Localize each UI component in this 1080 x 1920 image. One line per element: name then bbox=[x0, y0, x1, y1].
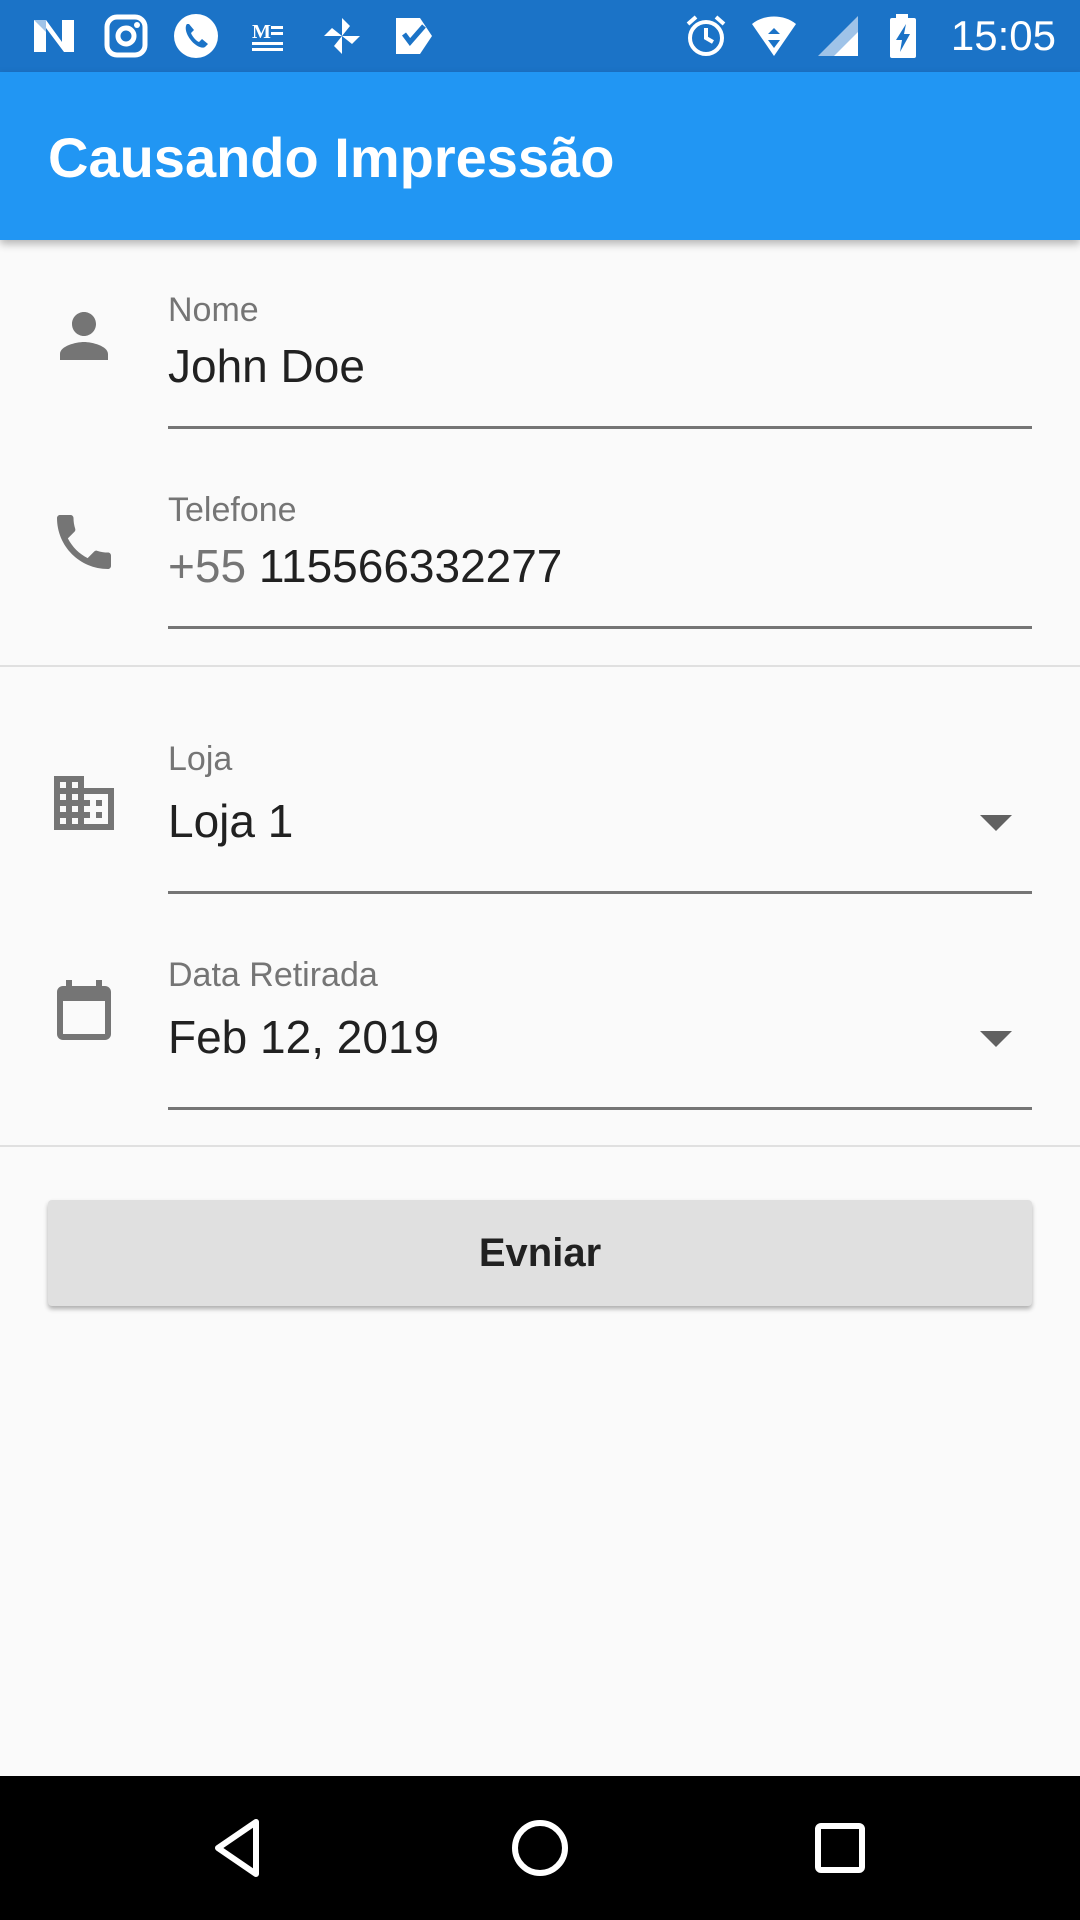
n-app-icon bbox=[34, 20, 74, 52]
wifi-icon bbox=[752, 16, 796, 56]
business-icon bbox=[54, 776, 114, 830]
data-retirada-dropdown[interactable]: Data Retirada Feb 12, 2019 bbox=[0, 907, 1080, 1117]
loja-dropdown-arrow-icon[interactable] bbox=[980, 815, 1012, 831]
nav-bar bbox=[0, 1776, 1080, 1920]
nome-label: Nome bbox=[168, 291, 259, 329]
recents-icon[interactable] bbox=[804, 1812, 876, 1884]
phone-call-icon bbox=[174, 14, 218, 58]
loja-dropdown[interactable]: Loja Loja 1 bbox=[0, 667, 1080, 907]
data-retirada-label: Data Retirada bbox=[168, 956, 378, 994]
alarm-icon bbox=[686, 15, 726, 56]
app-bar: Causando Impressão bbox=[0, 72, 1080, 240]
nome-input[interactable]: John Doe bbox=[168, 338, 365, 394]
telefone-value: 115566332277 bbox=[258, 540, 563, 592]
loja-value: Loja 1 bbox=[168, 795, 294, 847]
section-divider-2 bbox=[0, 1145, 1080, 1147]
calendar-icon bbox=[57, 980, 111, 1040]
pinwheel-icon bbox=[324, 18, 360, 54]
back-icon[interactable] bbox=[204, 1812, 276, 1884]
telefone-field[interactable]: Telefone +55 115566332277 bbox=[0, 440, 1080, 640]
data-retirada-value: Feb 12, 2019 bbox=[168, 1011, 440, 1063]
data-retirada-underline bbox=[168, 1107, 1032, 1110]
app-title: Causando Impressão bbox=[48, 126, 615, 189]
loja-underline bbox=[168, 891, 1032, 894]
data-retirada-dropdown-arrow-icon[interactable] bbox=[980, 1031, 1012, 1047]
news-icon: M bbox=[252, 21, 283, 51]
status-bar: M 15:05 bbox=[0, 0, 1080, 72]
submit-button[interactable]: Evniar bbox=[48, 1200, 1032, 1306]
checkmark-app-icon bbox=[396, 18, 432, 54]
nome-field[interactable]: Nome John Doe bbox=[0, 240, 1080, 440]
signal-icon bbox=[818, 16, 858, 56]
telefone-prefix: +55 bbox=[168, 540, 247, 592]
status-time: 15:05 bbox=[950, 12, 1056, 59]
person-icon bbox=[60, 312, 108, 360]
phone-icon bbox=[57, 515, 111, 569]
home-icon[interactable] bbox=[504, 1812, 576, 1884]
telefone-underline bbox=[168, 626, 1032, 629]
telefone-input[interactable]: +55 115566332277 bbox=[168, 538, 562, 594]
battery-charging-icon bbox=[890, 14, 916, 58]
instagram-icon bbox=[104, 14, 148, 58]
svg-text:M: M bbox=[252, 21, 271, 43]
telefone-label: Telefone bbox=[168, 491, 297, 529]
nome-underline bbox=[168, 426, 1032, 429]
screen: M 15:05 Causando Impressão Nome John Doe… bbox=[0, 0, 1080, 1920]
loja-label: Loja bbox=[168, 740, 233, 778]
